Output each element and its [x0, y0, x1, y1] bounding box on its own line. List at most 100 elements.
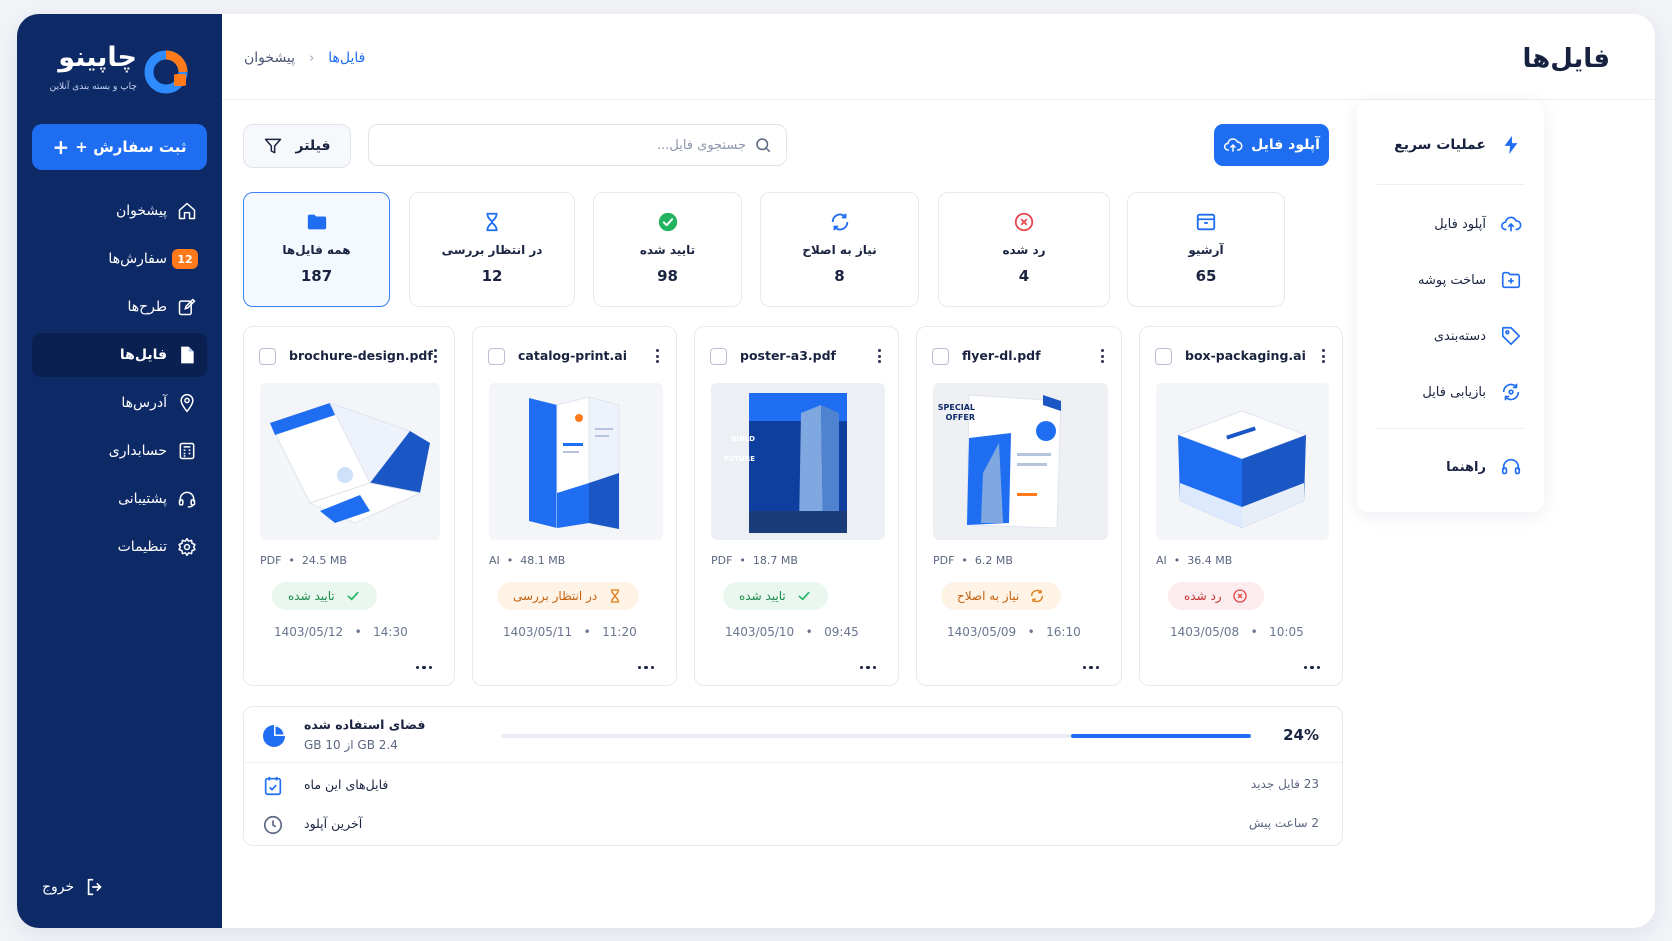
- more-options-icon[interactable]: [1082, 665, 1099, 669]
- file-thumbnail[interactable]: [260, 383, 440, 540]
- archive-icon: [1196, 213, 1216, 231]
- stat-label: تایید شده: [639, 243, 696, 257]
- svg-text:OFFER: OFFER: [946, 413, 975, 422]
- sidebar-item-settings[interactable]: تنظیمات: [32, 525, 207, 569]
- x-circle-icon: [1014, 212, 1034, 232]
- file-meta: PDF • 6.2 MB: [933, 554, 1013, 567]
- stat-rejected[interactable]: رد شده 4: [938, 192, 1110, 307]
- sidebar-item-accounting[interactable]: حسابداری: [32, 429, 207, 473]
- hourglass-icon: [486, 212, 498, 232]
- file-thumbnail[interactable]: SPECIAL OFFER: [933, 383, 1108, 540]
- sidebar-item-orders[interactable]: سفارش‌ها 12: [32, 237, 207, 281]
- file-meta: PDF • 24.5 MB: [260, 554, 347, 567]
- search-input[interactable]: [383, 137, 746, 153]
- monthly-files-label: فایل‌های این ماه: [304, 777, 389, 792]
- stat-all-files[interactable]: همه فایل‌ها 187: [243, 192, 390, 307]
- more-options-icon[interactable]: [1303, 665, 1320, 669]
- x-circle-icon: [1232, 589, 1247, 603]
- stat-needs-fix[interactable]: نیاز به اصلاح 8: [760, 192, 919, 307]
- orders-count-badge: 12: [172, 249, 198, 269]
- sidebar-item-addresses[interactable]: آدرس‌ها: [32, 381, 207, 425]
- file-date: 1403/05/08 • 10:05: [1170, 625, 1304, 639]
- sidebar-item-label: پیشخوان: [115, 203, 167, 219]
- storage-title: فضای استفاده شده: [304, 717, 426, 732]
- breadcrumb-files[interactable]: فایل‌ها: [328, 50, 365, 66]
- filter-button[interactable]: فیلتر: [243, 124, 351, 168]
- storage-usage-row: فضای استفاده شده 2.4 GB از 10 GB 24%: [244, 707, 1342, 763]
- new-order-button[interactable]: ثبت سفارش + +: [32, 124, 207, 170]
- kebab-menu-icon[interactable]: [874, 347, 884, 365]
- more-options-icon[interactable]: [637, 665, 654, 669]
- sidebar-item-label: تنظیمات: [117, 539, 167, 555]
- file-card-box-packaging[interactable]: box-packaging.ai AI • 36.4 MB رد شده 140…: [1139, 326, 1343, 686]
- home-icon: [178, 202, 196, 220]
- gear-icon: [178, 537, 196, 557]
- storage-progress-bar: [501, 734, 1251, 738]
- sidebar-item-files[interactable]: فایل‌ها: [32, 333, 207, 377]
- last-upload-value: 2 ساعت پیش: [1248, 816, 1319, 830]
- file-grid: brochure-design.pdf PDF • 24.5 MB تایید …: [243, 326, 1343, 688]
- storage-used-text: 2.4 GB از 10 GB: [304, 738, 398, 752]
- stat-pending[interactable]: در انتظار بررسی 12: [409, 192, 575, 307]
- storage-percent: 24%: [1283, 726, 1319, 744]
- storage-progress-fill: [1071, 734, 1251, 738]
- file-name: flyer-dl.pdf: [962, 348, 1041, 363]
- kebab-menu-icon[interactable]: [1097, 347, 1107, 365]
- headset-icon: [178, 491, 196, 508]
- check-icon: [347, 591, 359, 601]
- search-box[interactable]: [368, 124, 787, 166]
- quick-create-folder[interactable]: ساخت پوشه: [1418, 268, 1522, 292]
- file-date: 1403/05/11 • 11:20: [503, 625, 637, 639]
- file-card-brochure[interactable]: brochure-design.pdf PDF • 24.5 MB تایید …: [243, 326, 455, 686]
- file-date: 1403/05/09 • 16:10: [947, 625, 1081, 639]
- stat-count: 65: [1195, 267, 1217, 285]
- quick-actions-title: عملیات سریع: [1394, 137, 1486, 153]
- sidebar-item-support[interactable]: پشتیبانی: [32, 477, 207, 521]
- page-title: فایل‌ها: [1522, 44, 1610, 74]
- file-name: brochure-design.pdf: [289, 348, 433, 363]
- file-card-flyer[interactable]: flyer-dl.pdf SPECIAL OFFER PDF • 6.2 MB …: [916, 326, 1122, 686]
- sidebar-item-label: حسابداری: [108, 443, 167, 459]
- quick-help[interactable]: راهنما: [1446, 455, 1522, 479]
- file-date: 1403/05/12 • 14:30: [274, 625, 408, 639]
- more-options-icon[interactable]: [859, 665, 876, 669]
- select-checkbox[interactable]: [488, 348, 505, 365]
- plus-icon: +: [52, 135, 70, 159]
- file-thumbnail[interactable]: [1156, 383, 1329, 540]
- quick-upload-file[interactable]: آپلود فایل: [1434, 212, 1522, 236]
- logout-button[interactable]: خروج: [42, 876, 106, 898]
- stat-approved[interactable]: تایید شده 98: [593, 192, 742, 307]
- breadcrumb: پیشخوان ‹ فایل‌ها: [244, 50, 365, 66]
- stat-archive[interactable]: آرشیو 65: [1127, 192, 1285, 307]
- select-checkbox[interactable]: [932, 348, 949, 365]
- select-checkbox[interactable]: [710, 348, 727, 365]
- kebab-menu-icon[interactable]: [430, 347, 440, 365]
- file-thumbnail[interactable]: [489, 383, 663, 540]
- select-checkbox[interactable]: [1155, 348, 1172, 365]
- check-icon: [798, 591, 810, 601]
- file-card-poster[interactable]: poster-a3.pdf BUILD FUTURE PDF • 18.7 MB…: [694, 326, 899, 686]
- kebab-menu-icon[interactable]: [1318, 347, 1328, 365]
- more-options-icon[interactable]: [415, 665, 432, 669]
- file-thumbnail[interactable]: BUILD FUTURE: [711, 383, 885, 540]
- status-badge: تایید شده: [272, 582, 377, 610]
- file-meta: AI • 48.1 MB: [489, 554, 566, 567]
- kebab-menu-icon[interactable]: [652, 347, 662, 365]
- stat-count: 4: [1018, 267, 1030, 285]
- quick-restore-file[interactable]: بازیابی فایل: [1422, 380, 1522, 404]
- file-card-catalog[interactable]: catalog-print.ai AI • 48.1 MB در انتظار …: [472, 326, 677, 686]
- breadcrumb-dashboard[interactable]: پیشخوان: [244, 50, 295, 66]
- sidebar-item-designs[interactable]: طرح‌ها: [32, 285, 207, 329]
- upload-file-button[interactable]: آپلود فایل: [1214, 124, 1329, 166]
- chevron-left-icon: ‹: [309, 50, 315, 66]
- file-name: box-packaging.ai: [1185, 348, 1306, 363]
- file-stats: همه فایل‌ها 187 در انتظار بررسی 12 تایید…: [243, 192, 1287, 307]
- status-badge: تایید شده: [723, 582, 828, 610]
- svg-text:FUTURE: FUTURE: [724, 455, 755, 463]
- app-window: چاپینو چاپ و بسته بندی آنلاین ثبت سفارش …: [17, 14, 1655, 928]
- sidebar-item-dashboard[interactable]: پیشخوان: [32, 189, 207, 233]
- brand-logo[interactable]: چاپینو چاپ و بسته بندی آنلاین: [50, 42, 192, 102]
- select-checkbox[interactable]: [259, 348, 276, 365]
- quick-categorize[interactable]: دسته‌بندی: [1434, 324, 1522, 348]
- quick-actions-panel: عملیات سریع آپلود فایل ساخت پوشه دسته‌بن…: [1357, 100, 1544, 512]
